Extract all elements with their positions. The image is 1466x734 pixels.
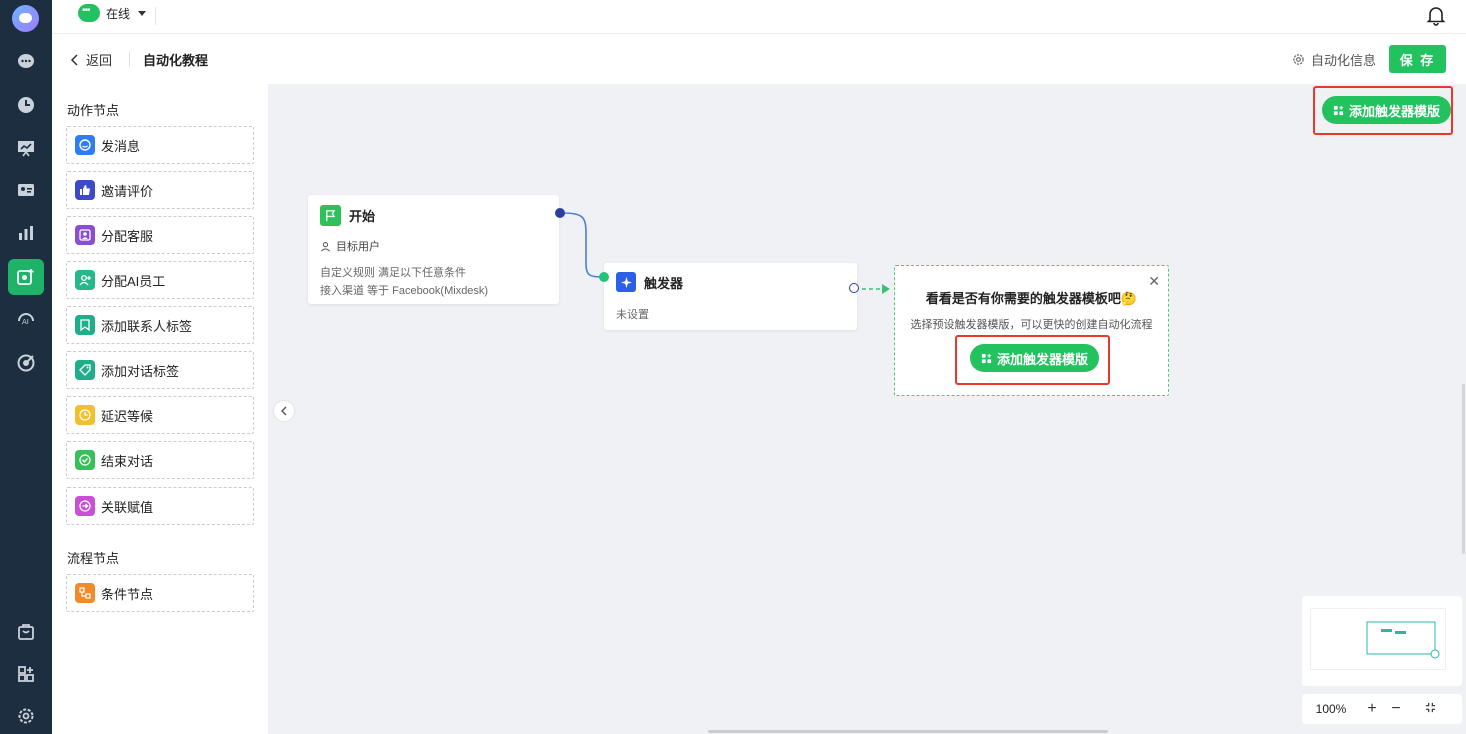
palette-item-label: 添加联系人标签	[101, 318, 193, 334]
palette-item-assign-value[interactable]: 关联赋值	[66, 487, 254, 525]
message-icon	[75, 135, 95, 155]
thumbs-up-icon	[75, 180, 95, 200]
settings-gear-icon[interactable]	[8, 698, 44, 734]
gear-icon	[1293, 54, 1304, 65]
page-header: 返回 自动化教程 自动化信息 保 存	[52, 34, 1466, 84]
palette-item-label: 条件节点	[101, 586, 154, 602]
trigger-node[interactable]: 触发器 未设置	[599, 263, 859, 330]
template-panel-description: 选择预设触发器模版，可以更快的创建自动化流程	[910, 319, 1153, 331]
divider	[155, 7, 156, 25]
arrow-circle-icon	[75, 496, 95, 516]
sparkle-icon	[616, 272, 636, 292]
connector-lines	[559, 212, 890, 294]
template-panel-title: 看看是否有你需要的触发器模板吧🤔	[925, 291, 1138, 306]
palette-item-assign-ai[interactable]: 分配AI员工	[66, 261, 254, 299]
branch-icon	[75, 583, 95, 603]
chat-icon[interactable]	[8, 43, 44, 79]
palette-item-label: 延迟等候	[101, 408, 154, 424]
vertical-scrollbar[interactable]	[1462, 384, 1465, 554]
divider	[129, 51, 130, 67]
ai-headset-icon[interactable]: AI	[8, 301, 44, 337]
top-bar: 在线	[52, 0, 1466, 34]
bookmark-icon	[75, 315, 95, 335]
action-nodes-title: 动作节点	[67, 103, 120, 118]
flag-icon	[320, 205, 341, 226]
contact-card-icon[interactable]	[8, 172, 44, 208]
user-icon	[321, 241, 330, 251]
fit-screen-icon	[1425, 702, 1435, 713]
minimap-viewport	[1366, 621, 1440, 659]
start-node[interactable]: 开始 目标用户 自定义规则 满足以下任意条件 接入渠道 等于 Facebook(…	[308, 195, 565, 304]
target-users-label: 目标用户	[336, 241, 380, 253]
trigger-node-title: 触发器	[644, 275, 684, 291]
fit-view-button[interactable]	[1418, 700, 1442, 718]
zoom-in-button[interactable]: +	[1360, 700, 1384, 718]
palette-item-add-contact-tag[interactable]: 添加联系人标签	[66, 306, 254, 344]
channel-rule-text: 接入渠道 等于 Facebook(Mixdesk)	[320, 285, 489, 297]
history-icon[interactable]	[8, 87, 44, 123]
online-status-dropdown[interactable]: 在线	[78, 4, 147, 22]
trigger-node-status: 未设置	[616, 309, 649, 321]
target-icon[interactable]	[8, 345, 44, 381]
tag-icon	[75, 360, 95, 380]
status-label: 在线	[106, 6, 131, 21]
clock-icon	[75, 405, 95, 425]
palette-item-assign-agent[interactable]: 分配客服	[66, 216, 254, 254]
palette-item-label: 结束对话	[101, 453, 154, 469]
highlight-annotation	[1313, 86, 1453, 135]
left-nav-rail: AI	[0, 0, 52, 734]
palette-item-condition[interactable]: 条件节点	[66, 574, 254, 612]
app-logo[interactable]	[12, 5, 39, 32]
zoom-controls: 100% + −	[1302, 694, 1462, 724]
chat-bubble-icon	[78, 4, 100, 22]
automation-icon[interactable]	[8, 259, 44, 295]
ai-agent-icon	[75, 270, 95, 290]
palette-item-end-conversation[interactable]: 结束对话	[66, 441, 254, 479]
presentation-chart-icon[interactable]	[8, 130, 44, 166]
rule-text: 自定义规则 满足以下任意条件	[320, 267, 467, 279]
start-output-port[interactable]	[555, 208, 565, 218]
automation-info-button[interactable]: 自动化信息	[1292, 50, 1376, 69]
chevron-left-icon	[70, 53, 78, 66]
save-button[interactable]: 保 存	[1389, 45, 1446, 73]
caret-down-icon	[138, 10, 147, 16]
page-title: 自动化教程	[143, 53, 209, 68]
trigger-output-port[interactable]	[849, 283, 859, 293]
palette-item-add-conversation-tag[interactable]: 添加对话标签	[66, 351, 254, 389]
bag-icon[interactable]	[8, 613, 44, 649]
node-palette: 动作节点 发消息 邀请评价 分配客服 分配AI员工 添加联系人标签 添加对话标签…	[52, 84, 268, 734]
template-suggestion-panel: ✕ 看看是否有你需要的触发器模板吧🤔 选择预设触发器模版，可以更快的创建自动化流…	[894, 265, 1169, 396]
horizontal-scrollbar[interactable]	[708, 730, 1108, 733]
bar-chart-icon[interactable]	[8, 215, 44, 251]
automation-info-label: 自动化信息	[1311, 53, 1377, 68]
palette-item-label: 发消息	[101, 138, 141, 154]
zoom-level: 100%	[1315, 702, 1347, 716]
palette-item-send-message[interactable]: 发消息	[66, 126, 254, 164]
agent-icon	[75, 225, 95, 245]
minimap[interactable]	[1302, 596, 1462, 686]
notification-bell-icon[interactable]	[1425, 4, 1447, 26]
apps-grid-icon[interactable]	[8, 656, 44, 692]
palette-item-label: 关联赋值	[101, 499, 154, 515]
palette-item-delay[interactable]: 延迟等候	[66, 396, 254, 434]
check-circle-icon	[75, 450, 95, 470]
flow-canvas[interactable]: 开始 目标用户 自定义规则 满足以下任意条件 接入渠道 等于 Facebook(…	[268, 84, 1466, 734]
palette-item-label: 添加对话标签	[101, 363, 180, 379]
svg-text:AI: AI	[22, 318, 29, 326]
palette-item-label: 邀请评价	[101, 183, 154, 199]
zoom-out-button[interactable]: −	[1384, 700, 1408, 718]
flow-nodes-title: 流程节点	[67, 551, 120, 566]
highlight-annotation	[955, 335, 1110, 385]
start-node-title: 开始	[349, 209, 376, 224]
palette-item-label: 分配AI员工	[101, 273, 166, 289]
back-label: 返回	[86, 53, 113, 68]
trigger-input-port[interactable]	[599, 272, 609, 282]
palette-item-invite-review[interactable]: 邀请评价	[66, 171, 254, 209]
palette-item-label: 分配客服	[101, 228, 154, 244]
back-button[interactable]: 返回	[70, 50, 112, 69]
